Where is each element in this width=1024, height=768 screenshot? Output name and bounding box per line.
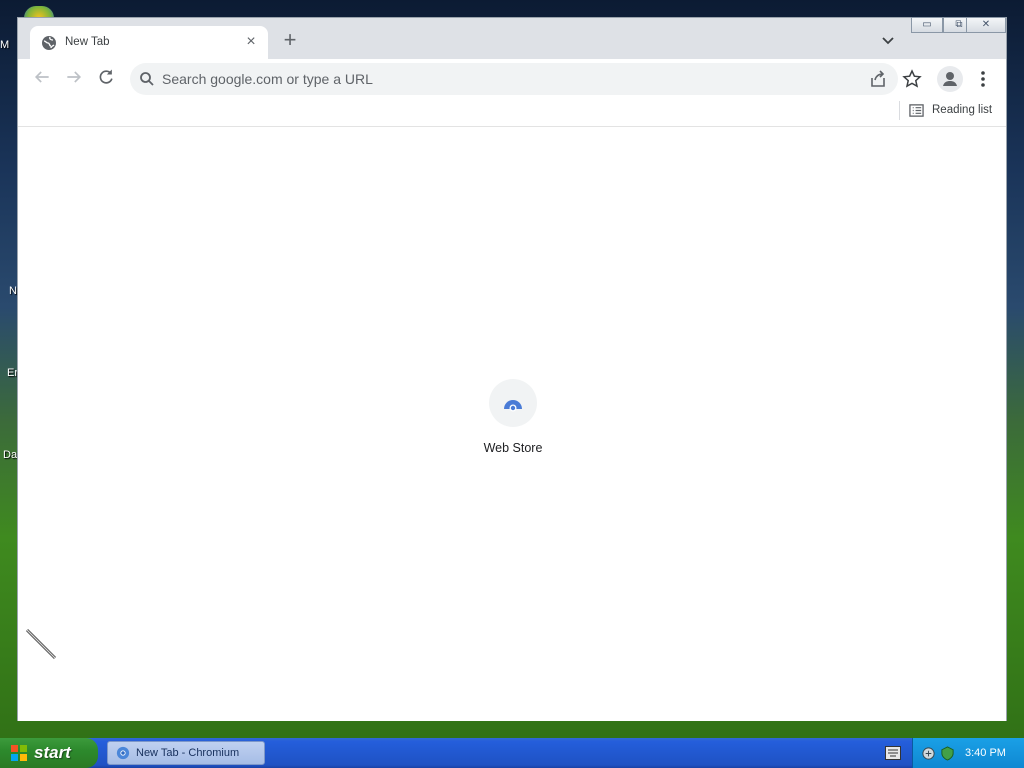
network-icon[interactable] [921, 746, 936, 761]
arrow-left-icon [34, 71, 49, 83]
forward-button[interactable] [62, 67, 86, 91]
start-label: start [34, 743, 71, 762]
taskbar-item-label: New Tab - Chromium [136, 747, 240, 759]
minimize-button[interactable]: ▭ [911, 17, 943, 33]
tab-title: New Tab [65, 36, 110, 48]
start-button[interactable]: start [0, 738, 98, 768]
close-tab-icon[interactable]: × [242, 33, 260, 51]
bookmark-bar: Reading list [18, 99, 1006, 127]
reload-icon [99, 69, 113, 84]
reload-button[interactable] [94, 67, 118, 91]
chromium-icon [116, 746, 130, 760]
reading-list-label: Reading list [932, 104, 993, 116]
taskbar-item-chromium[interactable]: New Tab - Chromium [107, 741, 265, 765]
omnibox[interactable] [130, 63, 922, 95]
web-store-icon [504, 400, 522, 412]
person-icon [943, 72, 957, 86]
close-window-button[interactable]: ✕ [966, 17, 1006, 33]
desktop-icon-label[interactable]: Da [3, 449, 17, 461]
search-icon [140, 72, 154, 86]
security-shield-icon[interactable] [940, 745, 955, 761]
taskbar: start New Tab - Chromium 3:40 PM [0, 738, 1024, 768]
back-button[interactable] [30, 67, 54, 91]
shortcut-tile [489, 379, 537, 427]
bookmark-star-icon[interactable] [902, 69, 922, 89]
globe-icon [42, 36, 56, 50]
new-tab-button[interactable]: + [280, 29, 300, 51]
arrow-right-icon [67, 71, 82, 83]
keyboard-icon[interactable] [885, 746, 901, 760]
toolbar [18, 59, 1006, 99]
tab-strip: New Tab × + ▭ ⧉ ✕ [18, 17, 1006, 59]
desktop-icon-label[interactable]: N [9, 285, 17, 297]
desktop-icon-label[interactable]: M [0, 39, 9, 51]
system-tray: 3:40 PM [912, 738, 1024, 768]
chevron-down-icon[interactable] [878, 33, 898, 49]
pen-cursor-icon [25, 628, 57, 660]
shortcut-web-store[interactable]: Web Store [471, 379, 555, 469]
tab-new-tab[interactable]: New Tab × [30, 26, 268, 59]
clock: 3:40 PM [965, 747, 1006, 759]
address-input[interactable] [162, 69, 842, 89]
shortcut-label: Web Store [483, 441, 543, 455]
reading-list-icon [909, 103, 924, 117]
new-tab-page: Web Store [18, 128, 1006, 721]
reading-list-button[interactable]: Reading list [909, 100, 992, 120]
more-vert-icon[interactable] [975, 67, 991, 91]
bookmark-divider [899, 101, 900, 120]
browser-window: New Tab × + ▭ ⧉ ✕ Search google.com or t… [17, 17, 1007, 721]
share-icon[interactable] [868, 69, 888, 89]
windows-flag-icon [11, 745, 27, 761]
profile-avatar[interactable] [937, 66, 963, 92]
